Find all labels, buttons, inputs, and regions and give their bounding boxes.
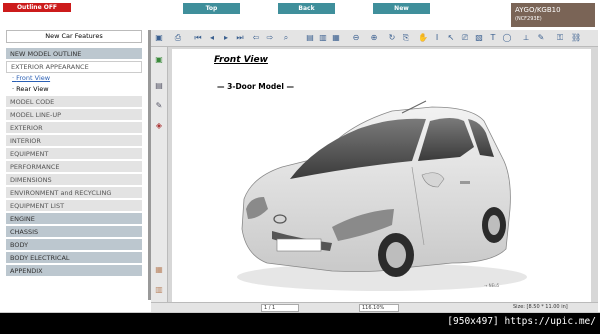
sidebar-item-new-model-outline[interactable]: NEW MODEL OUTLINE [6,48,142,60]
image-icon[interactable]: ▧ [474,33,484,43]
sidebar-item-exterior[interactable]: EXTERIOR [6,122,142,134]
actual-size-icon[interactable]: ▦ [331,33,341,43]
text-box-icon[interactable]: T [488,33,498,43]
sidebar-item-performance[interactable]: PERFORMANCE [6,161,142,173]
car-illustration [237,100,527,291]
viewer-toolbar: ▣ ⎙ ⏮ ◂ ▸ ⏭ ⇦ ⇨ ⌕ ▤ ▥ ▦ ⊖ ⊕ ↻ ⎘ ✋ I ↖ ⎚ … [151,30,598,47]
outline-toggle-button[interactable]: Outline OFF [3,3,71,12]
back-button[interactable]: Back [278,3,335,14]
top-bar: Outline OFF Top Back New AYGO/KGB10 (NCF… [0,0,600,30]
sidebar-item-dimensions[interactable]: DIMENSIONS [6,174,142,186]
top-button[interactable]: Top [183,3,240,14]
model-code-box: AYGO/KGB10 (NCF293E) [511,3,595,27]
document-page: Front View — 3-Door Model — → NEu5 [172,49,591,304]
back-view-icon[interactable]: ⇦ [251,33,261,43]
new-button[interactable]: New [373,3,430,14]
page-indicator[interactable]: 1 / 1 [261,304,299,312]
ruler-icon[interactable]: ⟂ [521,33,531,43]
viewer-side-tools: ▣ ▤ ✎ ◈ ▦ ▥ [151,47,168,302]
model-code: AYGO/KGB10 [515,6,561,14]
model-sub-code: (NCF293E) [515,16,542,22]
signature-panel-icon[interactable]: ▥ [154,285,164,295]
save-icon[interactable]: ▣ [154,33,164,43]
zoom-icon[interactable]: ⌕ [281,33,291,43]
layers-panel-icon[interactable]: ▦ [154,265,164,275]
hand-tool-icon[interactable]: ✋ [418,33,428,43]
pages-panel-icon[interactable]: ▤ [154,81,164,91]
shape-icon[interactable]: ◯ [502,33,512,43]
previous-page-icon[interactable]: ◂ [207,33,217,43]
fit-page-icon[interactable]: ▤ [305,33,315,43]
viewer-statusbar: 1 / 1 116.10% Size: [8.50 * 11.00 in] [151,302,598,312]
attachments-panel-icon[interactable]: ◈ [154,121,164,131]
zoom-in-icon[interactable]: ⊕ [369,33,379,43]
print-icon[interactable]: ⎙ [173,33,183,43]
snapshot-icon[interactable]: ⎚ [460,33,470,43]
sidebar-subitem-front-view[interactable]: · Front View [4,73,147,84]
bookmark-panel-icon[interactable]: ▣ [154,55,164,65]
lock-icon[interactable]: ⚿ [555,33,565,43]
sidebar-item-model-line-up[interactable]: MODEL LINE-UP [6,109,142,121]
sidebar-item-body[interactable]: BODY [6,239,142,251]
edit-icon[interactable]: ✎ [536,33,546,43]
image-credit: [950x497] https://upic.me/ [447,316,596,327]
sidebar-item-environment[interactable]: ENVIRONMENT and RECYCLING [6,187,142,199]
rotate-icon[interactable]: ↻ [387,33,397,43]
copy-icon[interactable]: ⎘ [401,33,411,43]
sidebar-item-equipment-list[interactable]: EQUIPMENT LIST [6,200,142,212]
first-page-icon[interactable]: ⏮ [193,33,203,43]
zoom-out-icon[interactable]: ⊖ [351,33,361,43]
fit-width-icon[interactable]: ▥ [318,33,328,43]
sidebar-item-chassis[interactable]: CHASSIS [6,226,142,238]
sidebar-item-equipment[interactable]: EQUIPMENT [6,148,142,160]
page-size-label: Size: [8.50 * 11.00 in] [513,304,568,310]
next-page-icon[interactable]: ▸ [221,33,231,43]
sidebar-subitem-rear-view[interactable]: · Rear View [4,84,147,95]
annotations-panel-icon[interactable]: ✎ [154,101,164,111]
select-tool-icon[interactable]: ↖ [446,33,456,43]
last-page-icon[interactable]: ⏭ [235,33,245,43]
sidebar-item-body-electrical[interactable]: BODY ELECTRICAL [6,252,142,264]
select-text-icon[interactable]: I [432,33,442,43]
app-window: Outline OFF Top Back New AYGO/KGB10 (NCF… [0,0,600,313]
forward-view-icon[interactable]: ⇨ [265,33,275,43]
sidebar-item-exterior-appearance[interactable]: EXTERIOR APPEARANCE [6,61,142,73]
sidebar: New Car Features NEW MODEL OUTLINE EXTER… [4,30,147,297]
illustration-code: → NEu5 [484,283,500,288]
link-icon[interactable]: ⛓ [571,33,581,43]
sidebar-item-appendix[interactable]: APPENDIX [6,265,142,277]
pdf-viewer: ▣ ⎙ ⏮ ◂ ▸ ⏭ ⇦ ⇨ ⌕ ▤ ▥ ▦ ⊖ ⊕ ↻ ⎘ ✋ I ↖ ⎚ … [151,30,598,312]
zoom-field[interactable]: 116.10% [359,304,399,312]
sidebar-item-interior[interactable]: INTERIOR [6,135,142,147]
sidebar-title: New Car Features [6,30,142,43]
sidebar-item-model-code[interactable]: MODEL CODE [6,96,142,108]
sidebar-item-engine[interactable]: ENGINE [6,213,142,225]
